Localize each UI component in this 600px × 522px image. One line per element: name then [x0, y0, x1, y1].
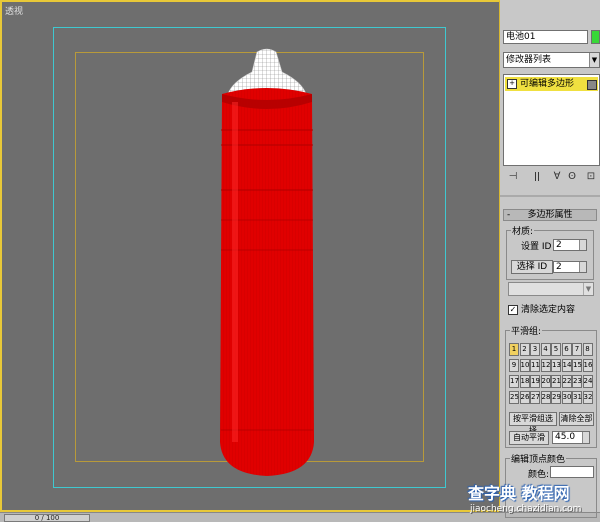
smoothing-group-button[interactable]: 27: [530, 391, 540, 404]
auto-smooth-value: 45.0: [555, 432, 576, 442]
smoothing-group-button[interactable]: 1: [509, 343, 519, 356]
object-color-swatch[interactable]: [591, 30, 600, 44]
smoothing-group-title: 平滑组:: [510, 324, 543, 337]
select-id-field[interactable]: 2: [553, 261, 587, 273]
object-name-field[interactable]: 电池01: [503, 30, 588, 44]
watermark-url-text: jiaocheng.chazidian.com: [470, 504, 582, 514]
smoothing-group-button[interactable]: 9: [509, 359, 519, 372]
chevron-down-icon: ▼: [583, 283, 593, 295]
smoothing-group-grid: 1 2 3 4 5 6 7 8 9 10 11 12 13 14 15 16 17 18 19 20 21 22 23 24 2…: [509, 343, 593, 404]
remove-modifier-icon[interactable]: ʘ: [566, 171, 578, 183]
smoothing-group-button[interactable]: 4: [540, 343, 551, 356]
set-id-label: 设置 ID: [521, 242, 552, 252]
spinner-icon[interactable]: [579, 262, 586, 272]
chevron-down-icon: ▼: [589, 53, 599, 67]
vertex-color-label: 颜色:: [528, 470, 550, 480]
smoothing-group-button[interactable]: 20: [540, 375, 551, 388]
panel-divider: [500, 195, 600, 197]
viewport-label[interactable]: 透视: [5, 4, 23, 17]
smoothing-group-button[interactable]: 7: [572, 343, 582, 356]
perspective-viewport[interactable]: 透视: [0, 0, 500, 512]
modifier-list-dropdown[interactable]: 修改器列表 ▼: [503, 52, 600, 68]
stack-item-label: 可编辑多边形: [520, 79, 575, 89]
smoothing-group-button[interactable]: 31: [572, 391, 582, 404]
spinner-icon[interactable]: [579, 240, 586, 250]
smoothing-group-button[interactable]: 25: [509, 391, 519, 404]
auto-smooth-button[interactable]: 自动平滑: [509, 431, 549, 445]
smoothing-group-button[interactable]: 21: [551, 375, 561, 388]
expand-icon[interactable]: +: [507, 78, 517, 89]
smoothing-group-button[interactable]: 13: [551, 359, 561, 372]
smoothing-group-button[interactable]: 17: [509, 375, 519, 388]
vertex-color-swatch[interactable]: [550, 466, 594, 478]
visibility-toggle-icon[interactable]: [587, 80, 597, 90]
clear-selection-checkbox[interactable]: ✓: [508, 304, 518, 315]
clear-selection-label: 清除选定内容: [521, 305, 576, 315]
material-name-dropdown[interactable]: ▼: [508, 282, 594, 296]
smoothing-group-button[interactable]: 30: [561, 391, 572, 404]
polygon-properties-rollout-header[interactable]: - 多边形属性: [503, 209, 597, 221]
vertex-colors-group-title: 编辑顶点颜色: [510, 452, 567, 465]
make-unique-icon[interactable]: ∀: [551, 171, 563, 183]
set-id-field[interactable]: 2: [553, 239, 587, 251]
stack-item-editable-poly[interactable]: + 可编辑多边形: [505, 77, 598, 91]
clear-all-button[interactable]: 清除全部: [559, 412, 594, 426]
smoothing-group-button[interactable]: 26: [519, 391, 530, 404]
smoothing-group-button[interactable]: 23: [572, 375, 582, 388]
smoothing-group-button[interactable]: 5: [551, 343, 561, 356]
select-id-value: 2: [556, 262, 562, 272]
rollout-title: 多边形属性: [527, 210, 573, 220]
clear-selection-checkbox-row[interactable]: ✓ 清除选定内容: [508, 303, 598, 317]
smoothing-group-button[interactable]: 6: [561, 343, 572, 356]
smoothing-group-button[interactable]: 22: [561, 375, 572, 388]
stack-toolbar: ⊣ ǀǀ ∀ ʘ ⊡: [503, 168, 600, 188]
material-group-title: 材质:: [511, 224, 535, 237]
set-id-value: 2: [556, 240, 562, 250]
smoothing-group-button[interactable]: 12: [540, 359, 551, 372]
smoothing-groups-group: 平滑组: 1 2 3 4 5 6 7 8 9 10 11 12 13 14 15 16 17 18 19 20 21 22…: [505, 324, 597, 448]
smoothing-group-button[interactable]: 16: [582, 359, 593, 372]
watermark-main-text: 查字典 教程网: [468, 484, 570, 503]
material-group: 材质: 设置 ID 2 选择 ID 2: [506, 224, 594, 280]
spinner-icon[interactable]: [582, 432, 589, 443]
select-id-button[interactable]: 选择 ID: [511, 260, 553, 274]
smoothing-group-button[interactable]: 18: [519, 375, 530, 388]
time-slider[interactable]: 0 / 100: [4, 514, 90, 522]
select-by-sg-button[interactable]: 按平滑组选择: [509, 412, 557, 435]
modifier-stack[interactable]: + 可编辑多边形: [503, 74, 600, 166]
show-end-result-icon[interactable]: ǀǀ: [531, 171, 543, 183]
smoothing-group-button[interactable]: 11: [530, 359, 540, 372]
pin-stack-icon[interactable]: ⊣: [507, 171, 519, 183]
smoothing-group-button[interactable]: 19: [530, 375, 540, 388]
smoothing-group-button[interactable]: 2: [519, 343, 530, 356]
configure-sets-icon[interactable]: ⊡: [585, 171, 597, 183]
smoothing-group-button[interactable]: 3: [530, 343, 540, 356]
smoothing-group-button[interactable]: 28: [540, 391, 551, 404]
smoothing-group-button[interactable]: 10: [519, 359, 530, 372]
smoothing-group-button[interactable]: 32: [582, 391, 593, 404]
battery-model[interactable]: [202, 42, 332, 482]
site-watermark: 查字典 教程网 jiaocheng.chazidian.com: [468, 480, 600, 522]
smoothing-group-button[interactable]: 15: [572, 359, 582, 372]
smoothing-group-button[interactable]: 29: [551, 391, 561, 404]
smoothing-group-button[interactable]: 14: [561, 359, 572, 372]
modifier-list-label: 修改器列表: [506, 55, 552, 65]
smoothing-group-button[interactable]: 8: [582, 343, 593, 356]
auto-smooth-threshold-field[interactable]: 45.0: [552, 431, 590, 444]
smoothing-group-button[interactable]: 24: [582, 375, 593, 388]
collapse-icon: -: [507, 210, 511, 220]
